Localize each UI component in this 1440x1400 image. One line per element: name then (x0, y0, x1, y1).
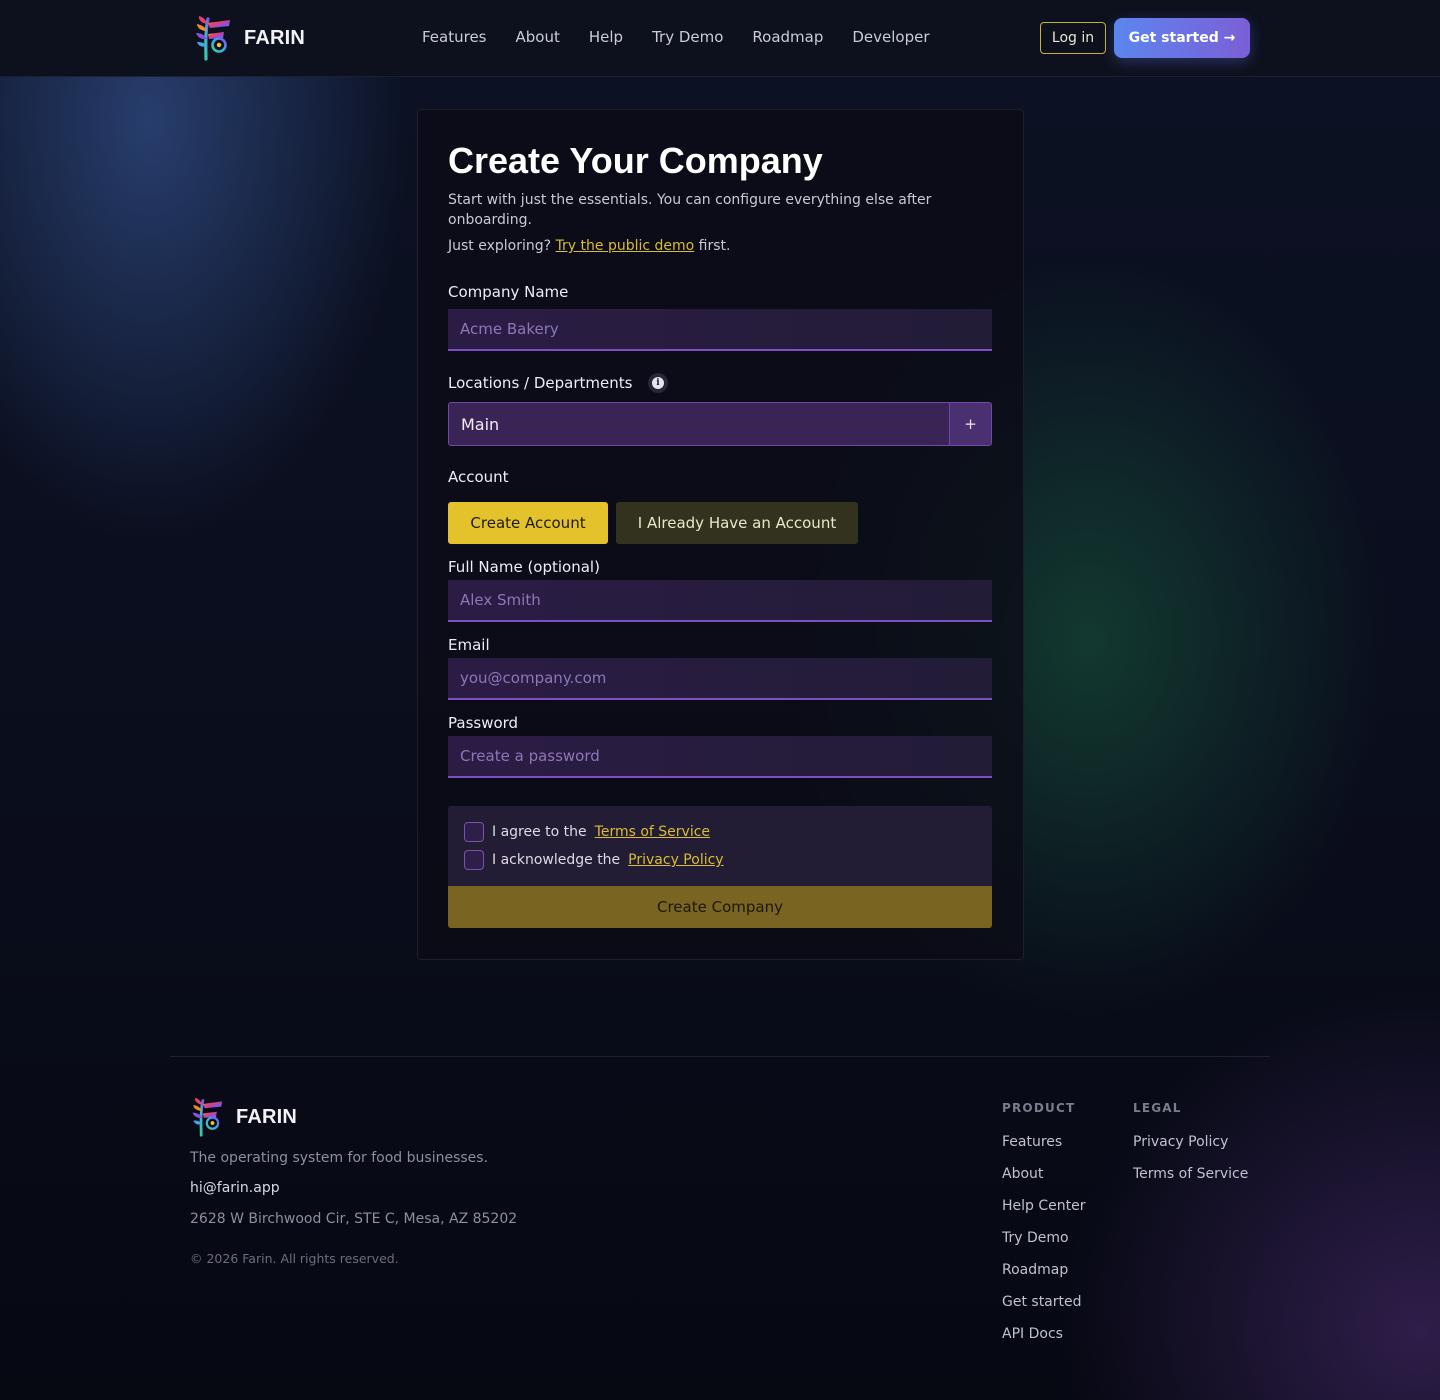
page-title: Create Your Company (448, 140, 823, 181)
footer-brand[interactable]: FARIN (192, 1097, 297, 1137)
footer-copyright: © 2026 Farin. All rights reserved. (190, 1251, 399, 1266)
explore-text: Just exploring? Try the public demo firs… (448, 238, 730, 254)
nav-links: Features About Help Try Demo Roadmap Dev… (422, 28, 930, 46)
nav-link-features[interactable]: Features (422, 28, 487, 46)
full-name-input[interactable] (448, 580, 992, 622)
info-icon[interactable]: i (648, 373, 668, 393)
password-label: Password (448, 714, 519, 732)
company-name-label: Company Name (448, 283, 569, 301)
explore-prefix: Just exploring? (448, 238, 552, 254)
footer-legal-links: Privacy Policy Terms of Service (1133, 1133, 1248, 1184)
login-button[interactable]: Log in (1040, 22, 1106, 54)
footer-link-about[interactable]: About (1002, 1165, 1086, 1184)
footer-divider (170, 1056, 1270, 1057)
tos-prefix: I agree to the (492, 824, 587, 840)
add-location-button[interactable]: + (949, 403, 991, 445)
privacy-prefix: I acknowledge the (492, 852, 621, 868)
footer-link-terms-of-service[interactable]: Terms of Service (1133, 1165, 1248, 1184)
footer-tagline: The operating system for food businesses… (190, 1150, 489, 1166)
page-subtitle: Start with just the essentials. You can … (448, 192, 932, 228)
create-account-toggle[interactable]: Create Account (448, 502, 608, 544)
full-name-label: Full Name (optional) (448, 558, 600, 576)
footer-link-privacy-policy[interactable]: Privacy Policy (1133, 1133, 1248, 1152)
privacy-row: I acknowledge the Privacy Policy (464, 850, 724, 870)
public-demo-link[interactable]: Try the public demo (556, 238, 695, 254)
footer-legal-heading: LEGAL (1133, 1101, 1182, 1115)
footer-brand-name: FARIN (236, 1105, 297, 1128)
email-input[interactable] (448, 658, 992, 700)
email-label: Email (448, 636, 490, 654)
footer-product-heading: PRODUCT (1002, 1101, 1076, 1115)
footer-link-api-docs[interactable]: API Docs (1002, 1325, 1086, 1344)
footer-address: 2628 W Birchwood Cir, STE C, Mesa, AZ 85… (190, 1211, 518, 1227)
footer-product-links: Features About Help Center Try Demo Road… (1002, 1133, 1086, 1344)
explore-suffix: first. (698, 238, 731, 254)
tos-row: I agree to the Terms of Service (464, 822, 710, 842)
password-input[interactable] (448, 736, 992, 778)
footer-link-help-center[interactable]: Help Center (1002, 1197, 1086, 1216)
farin-logo-icon (192, 1097, 223, 1137)
privacy-link[interactable]: Privacy Policy (628, 852, 723, 868)
company-name-input[interactable] (448, 309, 992, 351)
privacy-checkbox[interactable] (464, 850, 484, 870)
footer-link-roadmap[interactable]: Roadmap (1002, 1261, 1086, 1280)
create-company-button[interactable]: Create Company (448, 886, 992, 928)
nav-link-help[interactable]: Help (589, 28, 623, 46)
brand-name: FARIN (244, 26, 305, 49)
info-glyph: i (652, 377, 664, 389)
top-nav: FARIN Features About Help Try Demo Roadm… (0, 0, 1440, 77)
locations-label: Locations / Departments (448, 374, 633, 392)
tos-link[interactable]: Terms of Service (595, 824, 710, 840)
agreements-box: I agree to the Terms of Service I acknowl… (448, 806, 992, 888)
footer-link-get-started[interactable]: Get started (1002, 1293, 1086, 1312)
locations-field[interactable]: Main + (448, 402, 992, 446)
farin-logo-icon (196, 16, 230, 61)
footer-email-link[interactable]: hi@farin.app (190, 1180, 280, 1196)
existing-account-toggle[interactable]: I Already Have an Account (616, 502, 858, 544)
nav-link-try-demo[interactable]: Try Demo (652, 28, 723, 46)
nav-link-about[interactable]: About (516, 28, 560, 46)
account-label: Account (448, 468, 509, 486)
brand[interactable]: FARIN (196, 15, 305, 61)
tos-checkbox[interactable] (464, 822, 484, 842)
footer-link-features[interactable]: Features (1002, 1133, 1086, 1152)
footer-link-try-demo[interactable]: Try Demo (1002, 1229, 1086, 1248)
get-started-button[interactable]: Get started → (1114, 18, 1250, 58)
location-chip-main: Main (461, 415, 500, 434)
nav-link-roadmap[interactable]: Roadmap (752, 28, 823, 46)
nav-link-developer[interactable]: Developer (852, 28, 929, 46)
